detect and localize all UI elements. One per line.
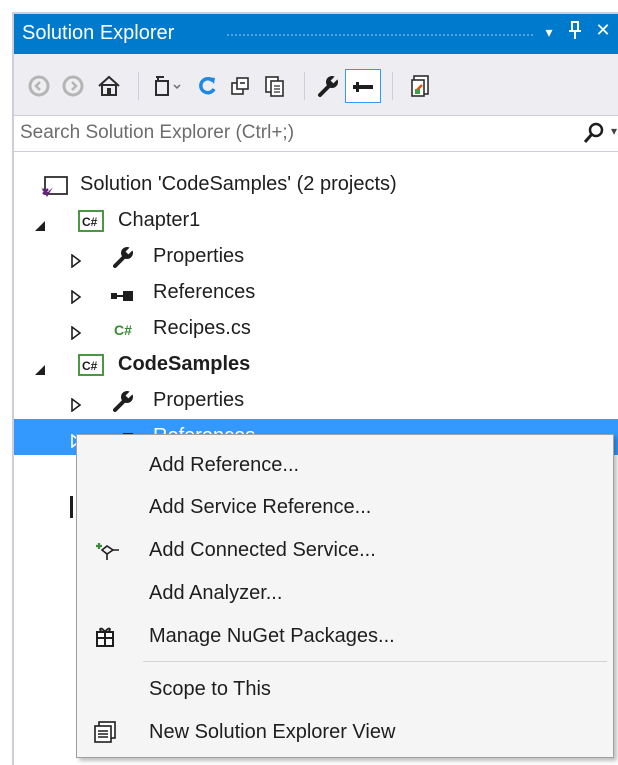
csharp-project-icon: C#: [78, 210, 104, 238]
collapsed-arrow-icon[interactable]: [71, 287, 82, 310]
toolbar-separator: [392, 72, 393, 100]
menu-item-label: Add Reference...: [149, 454, 300, 476]
tree-item-file[interactable]: C# Recipes.cs: [14, 311, 618, 347]
drag-grip[interactable]: [226, 33, 534, 38]
tree-item-references[interactable]: References: [14, 275, 618, 311]
tree-item-label: Properties: [153, 245, 245, 267]
references-icon: [110, 286, 136, 309]
svg-text:C#: C#: [82, 359, 98, 373]
hidden-tree-arrow: [70, 496, 73, 518]
tree-item-label: References: [153, 281, 256, 303]
toolbar-separator: [304, 72, 305, 100]
menu-item-label: Add Connected Service...: [149, 539, 376, 561]
properties-wrench-icon[interactable]: [314, 71, 344, 101]
wrench-icon: [112, 390, 136, 418]
menu-item-label: Add Analyzer...: [149, 582, 283, 604]
menu-item-label: Add Service Reference...: [149, 496, 372, 518]
tree-item-label: Recipes.cs: [153, 317, 251, 339]
collapsed-arrow-icon[interactable]: [71, 323, 82, 346]
refresh-icon[interactable]: [192, 71, 222, 101]
svg-text:C#: C#: [114, 322, 132, 338]
toolbar: [14, 54, 618, 116]
back-icon[interactable]: [24, 71, 54, 101]
csharp-file-icon: C#: [114, 321, 140, 344]
panel-title: Solution Explorer: [22, 22, 175, 44]
menu-item-scope-to-this[interactable]: Scope to This: [77, 669, 613, 709]
close-icon[interactable]: ✕: [592, 20, 614, 41]
menu-item-new-solution-explorer-view[interactable]: New Solution Explorer View: [77, 712, 613, 752]
toolbar-separator: [138, 72, 139, 100]
pin-icon[interactable]: [564, 20, 586, 45]
home-icon[interactable]: [94, 71, 124, 101]
collapsed-arrow-icon[interactable]: [71, 395, 82, 418]
context-menu: Add Reference... Add Service Reference..…: [76, 434, 614, 758]
title-bar: Solution Explorer ▾ ✕: [14, 14, 618, 54]
solution-label: Solution 'CodeSamples' (2 projects): [80, 173, 397, 195]
menu-item-label: New Solution Explorer View: [149, 721, 396, 743]
tree-project-chapter1[interactable]: C# Chapter1: [14, 203, 618, 239]
csharp-project-icon: C#: [78, 354, 104, 382]
menu-separator: [143, 661, 607, 662]
search-icon[interactable]: [582, 121, 606, 150]
nuget-package-icon: [93, 624, 117, 654]
search-options-icon[interactable]: ▾: [611, 124, 617, 138]
connected-service-icon: [93, 538, 121, 568]
pending-changes-icon[interactable]: [152, 71, 182, 101]
expanded-arrow-icon[interactable]: [34, 359, 46, 382]
expanded-arrow-icon[interactable]: [34, 215, 46, 238]
collapsed-arrow-icon[interactable]: [71, 251, 82, 274]
project-label: CodeSamples: [118, 353, 251, 375]
menu-item-add-service-reference[interactable]: Add Service Reference...: [77, 487, 613, 527]
menu-item-label: Manage NuGet Packages...: [149, 625, 395, 647]
tree-solution-node[interactable]: Solution 'CodeSamples' (2 projects): [14, 167, 618, 203]
preview-selected-icon[interactable]: [345, 69, 381, 103]
new-view-icon: [93, 720, 117, 750]
search-box: ▾: [14, 116, 618, 152]
menu-item-add-connected-service[interactable]: Add Connected Service...: [77, 530, 613, 570]
tree-project-codesamples[interactable]: C# CodeSamples: [14, 347, 618, 383]
menu-item-manage-nuget[interactable]: Manage NuGet Packages...: [77, 616, 613, 656]
show-all-files-icon[interactable]: [260, 71, 290, 101]
menu-item-add-reference[interactable]: Add Reference...: [77, 445, 613, 485]
forward-icon[interactable]: [58, 71, 88, 101]
dropdown-icon[interactable]: ▾: [538, 24, 560, 41]
menu-item-add-analyzer[interactable]: Add Analyzer...: [77, 573, 613, 613]
collapse-all-icon[interactable]: [226, 71, 256, 101]
search-input[interactable]: [20, 120, 560, 146]
tree-item-properties[interactable]: Properties: [14, 239, 618, 275]
tree-item-label: Properties: [153, 389, 245, 411]
wrench-icon: [112, 246, 136, 274]
view-class-diagram-icon[interactable]: [406, 71, 436, 101]
tree-item-properties[interactable]: Properties: [14, 383, 618, 419]
svg-text:C#: C#: [82, 215, 98, 229]
project-label: Chapter1: [118, 209, 201, 231]
menu-item-label: Scope to This: [149, 678, 271, 700]
solution-icon: [40, 175, 70, 205]
